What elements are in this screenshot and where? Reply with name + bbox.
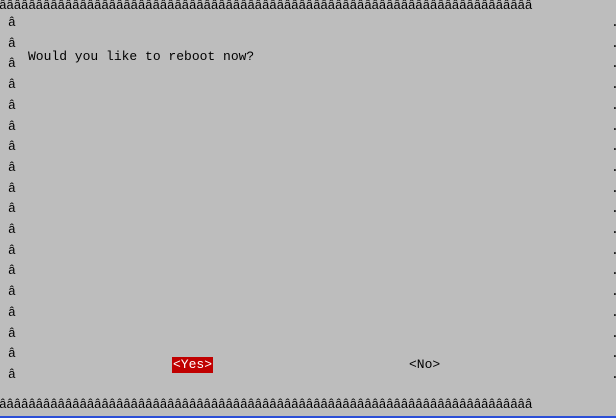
right-border-glyph: . (611, 242, 616, 260)
left-border-glyph: â (8, 160, 16, 175)
left-border-glyph: â (8, 263, 16, 278)
dialog-top-border: ââââââââââââââââââââââââââââââââââââââââ… (0, 0, 533, 13)
left-border-glyph: â (8, 346, 16, 361)
right-border-glyph: . (611, 283, 616, 301)
right-border-glyph: . (611, 35, 616, 53)
dialog-bottom-border: ââââââââââââââââââââââââââââââââââââââââ… (0, 397, 533, 412)
right-border-glyph: . (611, 200, 616, 218)
right-border-glyph: . (611, 345, 616, 363)
right-border-glyph: . (611, 180, 616, 198)
right-border-glyph: . (611, 262, 616, 280)
right-border-glyph: . (611, 97, 616, 115)
no-button[interactable]: <No> (408, 357, 441, 373)
left-border-glyph: â (8, 15, 16, 30)
left-border-glyph: â (8, 201, 16, 216)
left-border-glyph: â (8, 139, 16, 154)
left-border-glyph: â (8, 181, 16, 196)
left-border-glyph: â (8, 305, 16, 320)
left-border-glyph: â (8, 56, 16, 71)
right-border-glyph: . (611, 14, 616, 32)
left-border-glyph: â (8, 36, 16, 51)
right-border-glyph: . (611, 366, 616, 384)
right-border-glyph: . (611, 55, 616, 73)
left-border-glyph: â (8, 367, 16, 382)
left-border-glyph: â (8, 326, 16, 341)
left-border-glyph: â (8, 284, 16, 299)
terminal-window: ââââââââââââââââââââââââââââââââââââââââ… (0, 0, 616, 418)
right-border-glyph: . (611, 221, 616, 239)
left-border-glyph: â (8, 98, 16, 113)
right-border-glyph: . (611, 118, 616, 136)
left-border-glyph: â (8, 77, 16, 92)
dialog-message: Would you like to reboot now? (28, 49, 255, 64)
left-border-glyph: â (8, 222, 16, 237)
right-border-glyph: . (611, 304, 616, 322)
left-border-glyph: â (8, 119, 16, 134)
right-border-glyph: . (611, 159, 616, 177)
right-border-glyph: . (611, 325, 616, 343)
right-border-glyph: . (611, 138, 616, 156)
yes-button[interactable]: <Yes> (172, 357, 214, 373)
left-border-glyph: â (8, 243, 16, 258)
right-border-glyph: . (611, 76, 616, 94)
